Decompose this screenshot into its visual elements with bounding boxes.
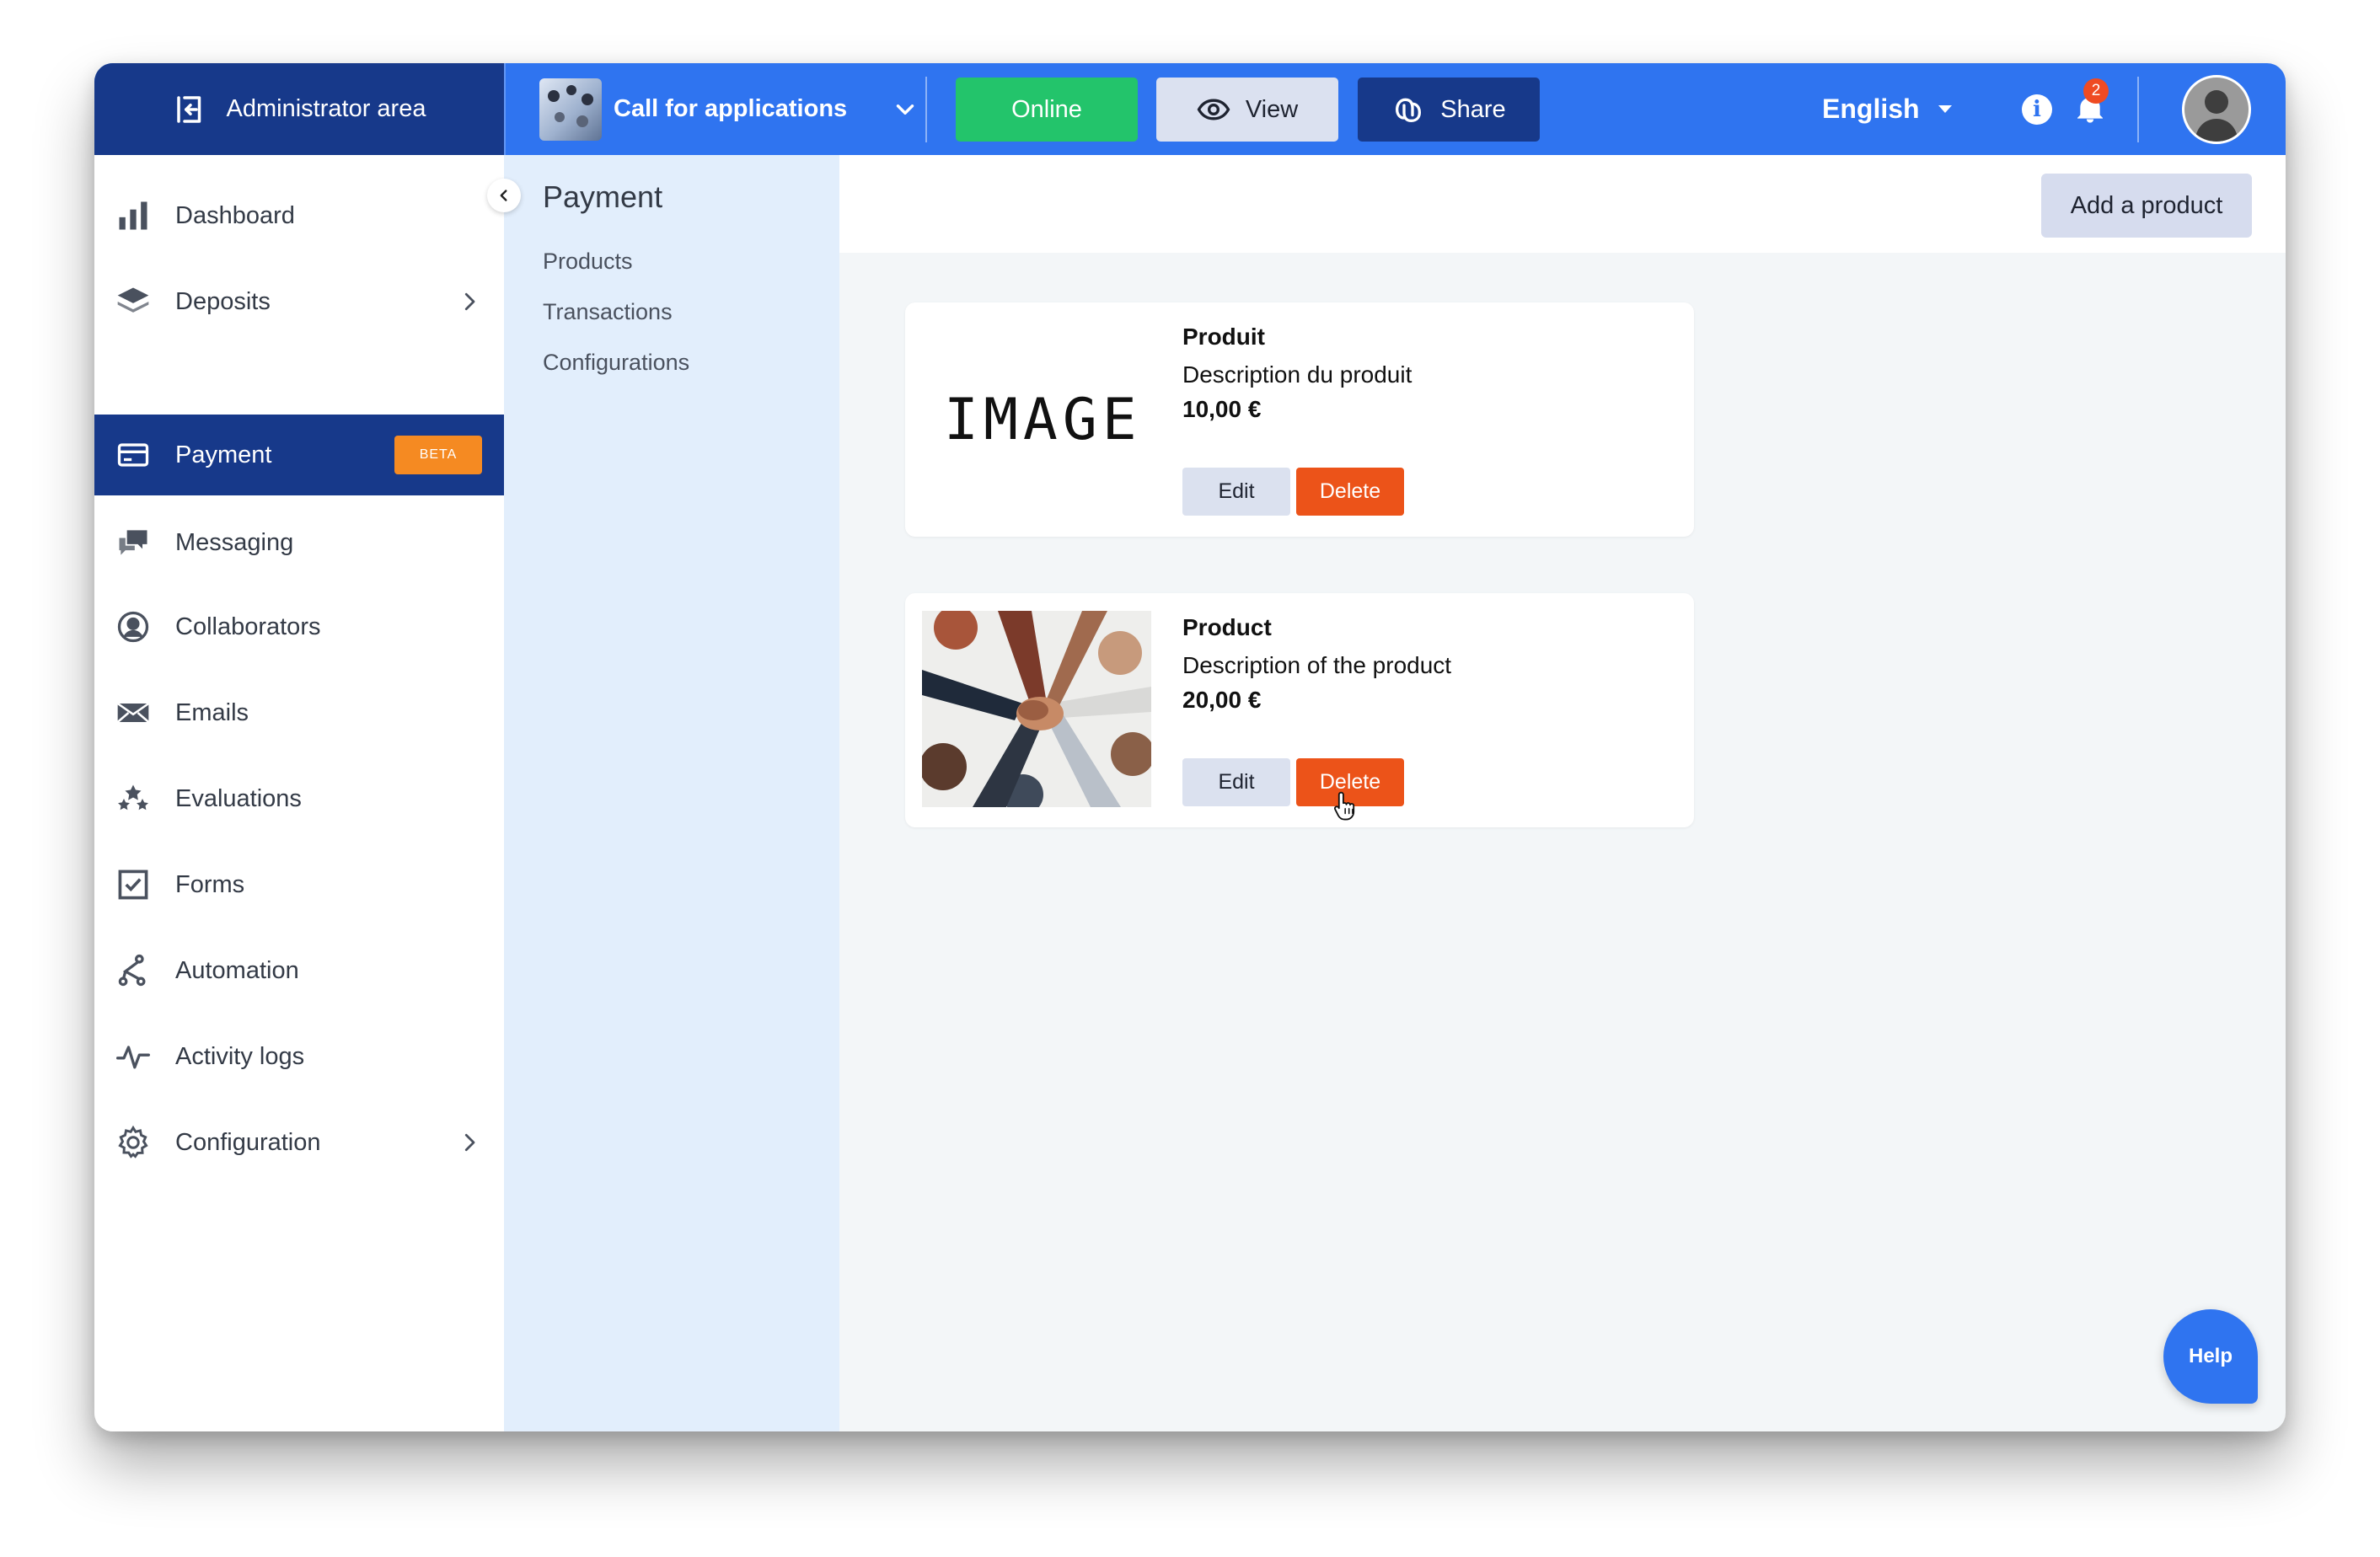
project-selector[interactable]: Call for applications: [504, 63, 927, 155]
user-avatar[interactable]: [2182, 75, 2251, 144]
product-image-placeholder: IMAGE: [944, 387, 1142, 453]
bar-chart-icon: [119, 201, 147, 230]
sidebar-item-automation[interactable]: Automation: [94, 930, 504, 1011]
product-price: 10,00 €: [1182, 396, 1262, 422]
product-photo: [922, 611, 1151, 807]
teamwork-hands-image: [922, 611, 1151, 807]
stars-icon: [118, 784, 148, 811]
envelope-icon: [116, 702, 150, 723]
sidebar-item-label: Dashboard: [175, 201, 295, 229]
view-button[interactable]: View: [1156, 78, 1338, 142]
sidebar-item-label: Evaluations: [175, 784, 302, 812]
sidebar-item-forms[interactable]: Forms: [94, 844, 504, 925]
chevron-down-icon: [896, 104, 914, 115]
product-card: IMAGE Produit Description du produit 10,…: [905, 302, 1694, 537]
share-label: Share: [1440, 95, 1506, 123]
sidebar-item-label: Deposits: [175, 287, 271, 315]
project-thumbnail: [539, 78, 602, 141]
sidebar: Dashboard Deposits Payment BETA Messagin…: [94, 155, 504, 1431]
share-button[interactable]: Share: [1358, 78, 1540, 142]
language-selector[interactable]: English: [1822, 63, 1952, 155]
subnav-title: Payment: [543, 179, 663, 214]
exit-icon: [176, 95, 201, 123]
pulse-icon: [116, 1046, 150, 1069]
add-product-button[interactable]: Add a product: [2041, 174, 2252, 238]
edit-product-button[interactable]: Edit: [1182, 468, 1290, 516]
sidebar-item-dashboard[interactable]: Dashboard: [94, 175, 504, 256]
sidebar-item-configuration[interactable]: Configuration: [94, 1102, 504, 1183]
chevron-right-icon: [464, 1133, 475, 1152]
beta-badge: BETA: [394, 436, 482, 474]
collapse-sidebar-button[interactable]: [487, 179, 521, 212]
chat-bubbles-icon: [119, 530, 147, 555]
credit-card-icon: [117, 443, 149, 467]
product-name: Produit: [1182, 324, 1265, 350]
administrator-area-button[interactable]: Administrator area: [94, 63, 504, 155]
sidebar-item-activity-logs[interactable]: Activity logs: [94, 1016, 504, 1097]
edit-product-button[interactable]: Edit: [1182, 758, 1290, 806]
subnav-link-products[interactable]: Products: [543, 249, 633, 275]
sidebar-item-deposits[interactable]: Deposits: [94, 261, 504, 342]
sidebar-item-label: Collaborators: [175, 613, 321, 640]
user-silhouette-icon: [2184, 78, 2249, 142]
top-bar: Administrator area Call for applications…: [94, 63, 2286, 155]
sidebar-item-label: Emails: [175, 698, 249, 726]
app-window: Administrator area Call for applications…: [94, 63, 2286, 1431]
sidebar-item-label: Automation: [175, 956, 299, 984]
sidebar-item-collaborators[interactable]: Collaborators: [94, 586, 504, 667]
subnav-link-transactions[interactable]: Transactions: [543, 299, 673, 325]
notification-badge: 2: [2083, 78, 2109, 104]
administrator-area-label: Administrator area: [226, 95, 426, 122]
chevron-left-icon: [500, 190, 507, 201]
sidebar-item-label: Payment: [175, 441, 272, 468]
caret-down-icon: [1938, 105, 1952, 113]
subnav-link-configurations[interactable]: Configurations: [543, 350, 689, 376]
payment-subnav: Payment Products Transactions Configurat…: [504, 155, 839, 1431]
sidebar-item-label: Configuration: [175, 1128, 321, 1156]
product-description: Description of the product: [1182, 652, 1452, 678]
sidebar-item-label: Forms: [175, 870, 245, 898]
product-card: Product Description of the product 20,00…: [905, 593, 1694, 827]
chevron-right-icon: [464, 292, 475, 311]
gear-icon: [118, 1125, 148, 1158]
info-icon[interactable]: i: [2022, 94, 2052, 125]
sidebar-item-messaging[interactable]: Messaging: [94, 502, 504, 583]
sidebar-item-evaluations[interactable]: Evaluations: [94, 758, 504, 839]
hand-cursor-icon: [1333, 791, 1355, 821]
help-button[interactable]: Help: [2163, 1309, 2258, 1404]
flow-icon: [118, 954, 146, 987]
delete-product-button[interactable]: Delete: [1296, 468, 1404, 516]
view-label: View: [1245, 95, 1299, 123]
share-icon: [1396, 98, 1422, 123]
topbar-divider-right: [2137, 77, 2139, 142]
checkbox-icon: [118, 869, 148, 900]
product-description: Description du produit: [1182, 361, 1412, 388]
user-circle-icon: [117, 611, 149, 643]
sidebar-item-label: Messaging: [175, 528, 294, 556]
online-status-button[interactable]: Online: [956, 78, 1138, 142]
layers-icon: [117, 287, 149, 313]
product-price: 20,00 €: [1182, 687, 1262, 713]
main-header: Add a product: [839, 155, 2286, 253]
sidebar-item-emails[interactable]: Emails: [94, 672, 504, 753]
sidebar-item-label: Activity logs: [175, 1042, 305, 1070]
project-title: Call for applications: [614, 95, 848, 122]
language-label: English: [1822, 94, 1920, 124]
online-label: Online: [1011, 95, 1082, 123]
topbar-divider: [925, 77, 927, 142]
sidebar-item-payment[interactable]: Payment BETA: [94, 415, 504, 495]
eye-icon: [1197, 99, 1230, 120]
product-name: Product: [1182, 614, 1272, 640]
